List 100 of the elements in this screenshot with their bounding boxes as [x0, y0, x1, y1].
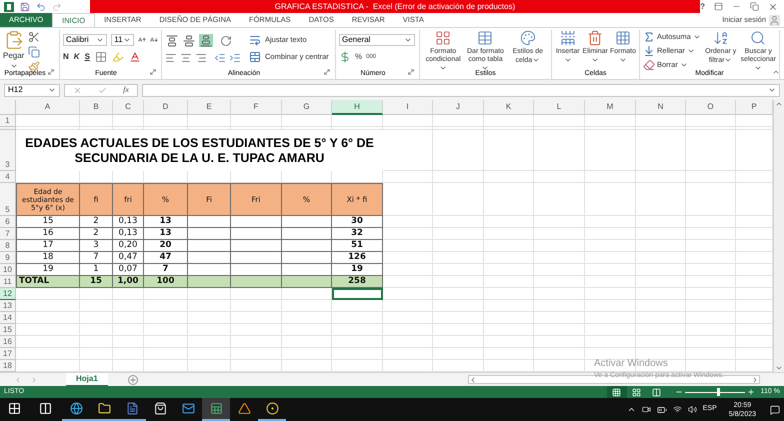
vertical-scrollbar[interactable] — [773, 100, 784, 372]
task-view-icon — [38, 402, 52, 415]
align-center-icon[interactable] — [180, 52, 192, 64]
vertical-align-button[interactable] — [199, 34, 213, 47]
scroll-down-icon[interactable] — [775, 364, 783, 372]
bold-button[interactable]: N — [63, 51, 69, 63]
ribbon-display-icon[interactable] — [714, 2, 723, 11]
row-header[interactable]: 14 — [0, 312, 16, 324]
column-header[interactable]: G — [282, 100, 332, 115]
row-header[interactable]: 15 — [0, 324, 16, 336]
column-header[interactable]: H — [332, 100, 383, 115]
caret-icon — [724, 56, 732, 64]
help-button[interactable]: ? — [700, 0, 705, 12]
borders-icon[interactable] — [94, 51, 107, 63]
vertical-align-button[interactable] — [165, 34, 179, 47]
table-cell — [231, 240, 282, 252]
cell-text: 13 — [160, 227, 172, 240]
row-header[interactable]: 4 — [0, 171, 16, 183]
view-button[interactable] — [606, 386, 627, 398]
notifications-icon[interactable] — [770, 404, 780, 414]
column-header[interactable]: O — [686, 100, 736, 115]
row-header[interactable]: 5 — [0, 183, 16, 216]
row-header[interactable]: 10 — [0, 264, 16, 276]
row-header[interactable]: 11 — [0, 276, 16, 288]
caret-icon — [48, 86, 56, 94]
battery-icon[interactable] — [656, 404, 667, 414]
cell-text: 2 — [93, 227, 99, 240]
zoom-slider[interactable] — [684, 388, 745, 396]
add-sheet-icon[interactable] — [128, 374, 138, 384]
dialog-launcher-icon[interactable] — [149, 68, 157, 76]
scroll-up-icon[interactable] — [775, 100, 783, 108]
copy-icon[interactable] — [28, 46, 40, 58]
cone-icon — [238, 402, 250, 415]
row-header[interactable]: 17 — [0, 348, 16, 360]
cut-icon[interactable] — [28, 31, 40, 43]
active-cell[interactable] — [332, 288, 383, 300]
fill-color-icon[interactable] — [112, 51, 124, 63]
row-header[interactable]: 8 — [0, 240, 16, 252]
column-header[interactable]: N — [636, 100, 686, 115]
column-header[interactable]: M — [585, 100, 636, 115]
decrease-indent-icon[interactable] — [214, 52, 226, 64]
number-format-field[interactable]: General — [339, 34, 415, 46]
dialog-launcher-icon[interactable] — [323, 68, 331, 76]
currency-icon[interactable] — [339, 51, 351, 63]
column-header[interactable]: E — [188, 100, 231, 115]
zoom-slider-thumb[interactable] — [716, 388, 720, 396]
column-header[interactable]: F — [231, 100, 282, 115]
formula-field[interactable] — [142, 84, 780, 96]
sigma-icon — [643, 31, 655, 43]
row-header[interactable]: 18 — [0, 360, 16, 372]
row-header[interactable]: 6 — [0, 216, 16, 228]
column-header[interactable]: L — [534, 100, 585, 115]
column-header[interactable]: C — [113, 100, 144, 115]
chevron-up-icon[interactable] — [626, 405, 636, 414]
caret-icon — [618, 56, 627, 64]
font-color-icon[interactable] — [128, 51, 141, 63]
font-size-field[interactable]: 11 — [111, 34, 134, 46]
column-header[interactable]: J — [433, 100, 484, 115]
align-icon — [200, 34, 212, 46]
align-right-icon[interactable] — [195, 52, 207, 64]
row-header[interactable]: 3 — [0, 130, 16, 171]
column-header[interactable]: B — [80, 100, 113, 115]
vertical-align-button[interactable] — [182, 34, 196, 47]
sheet-tab[interactable]: Hoja1 — [66, 372, 108, 386]
orientation-icon[interactable] — [220, 34, 232, 46]
trash-icon — [587, 30, 604, 46]
row-header[interactable]: 1 — [0, 115, 16, 127]
column-header[interactable]: A — [16, 100, 80, 115]
row-header[interactable]: 16 — [0, 336, 16, 348]
font-name-field[interactable]: Calibri — [63, 34, 108, 46]
column-header[interactable]: I — [383, 100, 433, 115]
column-header[interactable]: K — [484, 100, 534, 115]
underline-button[interactable]: S — [84, 51, 90, 63]
wifi-icon[interactable] — [672, 405, 682, 414]
column-header[interactable]: P — [736, 100, 773, 115]
row-header[interactable]: 12 — [0, 288, 16, 300]
zoom-in-icon[interactable] — [746, 388, 755, 396]
insert-function-button[interactable]: fx — [123, 84, 129, 96]
column-header[interactable]: D — [144, 100, 188, 115]
row-header[interactable]: 13 — [0, 300, 16, 312]
align-left-icon[interactable] — [165, 52, 177, 64]
dialog-launcher-icon[interactable] — [47, 68, 55, 76]
row-header[interactable]: 7 — [0, 228, 16, 240]
undo-icon[interactable] — [36, 2, 46, 12]
collapse-ribbon-icon[interactable] — [772, 68, 780, 76]
save-icon[interactable] — [20, 2, 30, 12]
spreadsheet-app-icon[interactable] — [4, 2, 14, 12]
close-icon[interactable] — [768, 2, 778, 12]
italic-button[interactable]: K — [74, 51, 80, 63]
dialog-launcher-icon[interactable] — [407, 68, 415, 76]
caret-icon — [591, 56, 600, 64]
restore-icon[interactable] — [750, 2, 759, 11]
row-header[interactable]: 9 — [0, 252, 16, 264]
camera-icon[interactable] — [642, 405, 651, 414]
cell-text: 100 — [156, 275, 174, 288]
paste-button[interactable]: Pegar — [3, 30, 24, 70]
increase-indent-icon[interactable] — [229, 52, 241, 64]
name-box[interactable]: H12 — [4, 84, 60, 96]
volume-icon[interactable] — [688, 405, 697, 414]
percent-button[interactable]: % — [355, 51, 362, 63]
